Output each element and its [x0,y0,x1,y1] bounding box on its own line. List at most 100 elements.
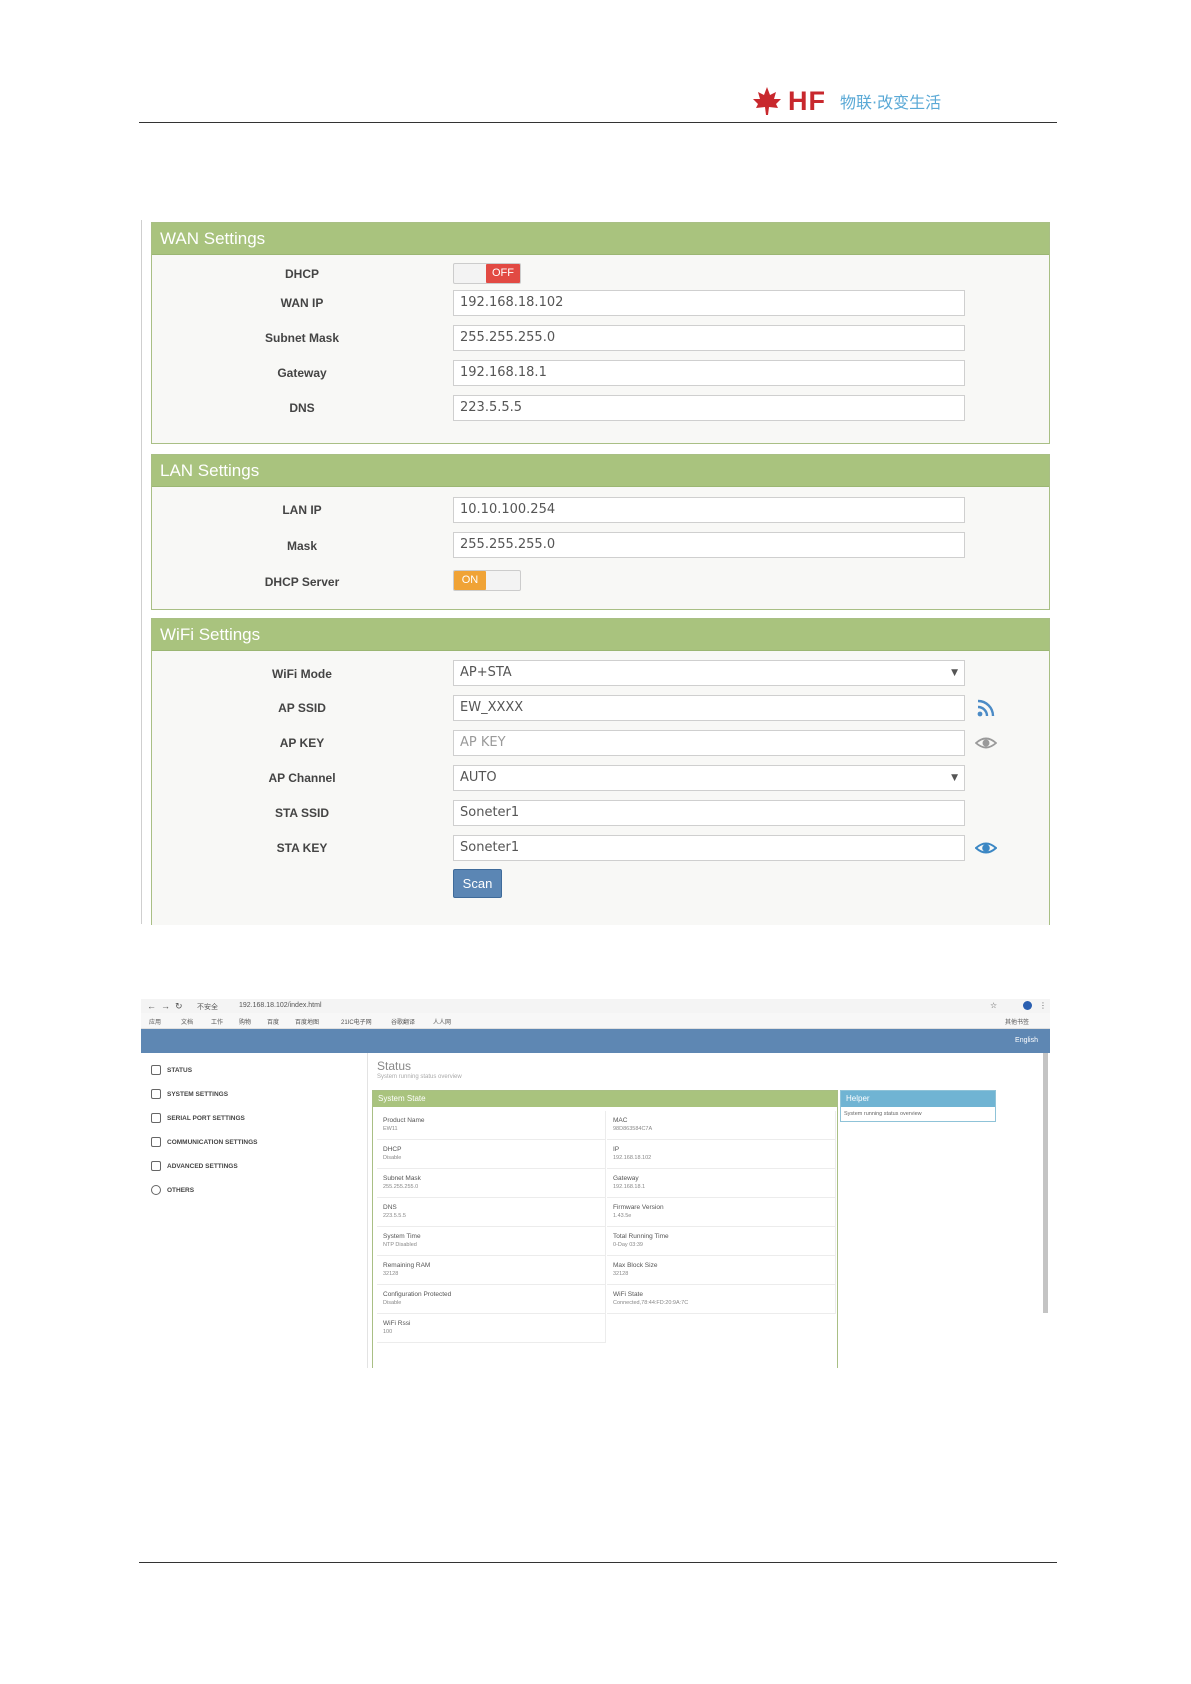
menu-icon[interactable]: ⋮ [1039,1001,1047,1010]
status-field-label: Total Running Time [613,1233,669,1240]
sidebar-item-system-settings[interactable]: SYSTEM SETTINGS [151,1087,228,1101]
gateway-input[interactable]: 192.168.18.1 [453,360,965,386]
back-icon[interactable]: ← [147,1001,156,1011]
lan-ip-label: LAN IP [282,503,322,517]
eye-visible-icon[interactable] [975,837,997,859]
wifi-settings-title: WiFi Settings [152,619,1049,651]
helper-title: Helper [841,1091,995,1107]
wan-ip-input[interactable]: 192.168.18.102 [453,290,965,316]
status-field: Total Running Time 0-Day 03:39 [607,1227,836,1256]
link-icon [151,1161,161,1171]
status-field: Max Block Size 32128 [607,1256,836,1285]
status-field-label: IP [613,1146,620,1153]
sta-key-input[interactable]: Soneter1 [453,835,965,861]
status-field: IP 192.168.18.102 [607,1140,836,1169]
dhcp-server-toggle[interactable]: ON [453,570,521,591]
sidebar-item-status[interactable]: STATUS [151,1063,192,1077]
bookmark-item[interactable]: 其他书签 [1005,1017,1029,1026]
bookmark-item[interactable]: 应用 [149,1017,161,1026]
port-icon [151,1113,161,1123]
subnet-mask-label: Subnet Mask [264,331,339,345]
sta-key-label: STA KEY [276,841,328,855]
settings-screenshot: WAN Settings DHCP OFF WAN IP 192.168.18.… [141,220,1050,925]
forward-icon[interactable]: → [161,1001,170,1011]
eye-hidden-icon[interactable] [975,732,997,754]
star-icon[interactable]: ☆ [990,1001,997,1010]
status-field-label: MAC [613,1117,628,1124]
bookmark-item[interactable]: 谷歌翻译 [391,1017,415,1026]
wifi-mode-label: WiFi Mode [272,667,332,681]
ap-ssid-input[interactable]: EW_XXXX [453,695,965,721]
wifi-settings-panel: WiFi Settings WiFi Mode AP+STA ▼ AP SSID… [151,618,1050,925]
status-field: Subnet Mask 255.255.255.0 [377,1169,606,1198]
bookmark-item[interactable]: 百度地图 [295,1017,319,1026]
lan-settings-title: LAN Settings [152,455,1049,487]
bookmark-item[interactable]: 百度 [267,1017,279,1026]
mask-label: Mask [286,539,318,553]
sidebar-item-communication[interactable]: COMMUNICATION SETTINGS [151,1135,258,1149]
system-state-panel: System State Product Name EW11 MAC 98D86358… [372,1090,838,1368]
company-logo: HF 物联·改变生活 [752,84,941,118]
logo-text: HF [788,85,826,116]
scrollbar[interactable] [1043,1053,1048,1313]
language-select[interactable]: English [1015,1037,1038,1044]
dhcp-server-toggle-state: ON [454,571,486,590]
maple-leaf-icon [753,87,781,115]
bookmark-item[interactable]: 工作 [211,1017,223,1026]
status-field: Configuration Protected Disable [377,1285,606,1314]
status-field-label: DNS [383,1204,397,1211]
scan-button[interactable]: Scan [453,869,502,898]
status-field-label: Firmware Version [613,1204,664,1211]
main-content: Status System running status overview Sy… [368,1053,1050,1368]
footer-divider [139,1562,1057,1563]
sidebar-item-serial-port[interactable]: SERIAL PORT SETTINGS [151,1111,245,1125]
status-field-value: Connected,78:44:FD:20:9A:7C [613,1300,689,1306]
globe-icon [151,1185,161,1195]
dns-label: DNS [289,401,315,415]
bookmark-item[interactable]: 人人网 [433,1017,451,1026]
status-field-label: Product Name [383,1117,425,1124]
sidebar-item-advanced[interactable]: ADVANCED SETTINGS [151,1159,238,1173]
profile-icon[interactable] [1023,1001,1032,1010]
header-divider [139,122,1057,123]
status-field-label: System Time [383,1233,421,1240]
dhcp-toggle-state: OFF [486,264,520,283]
bookmark-item[interactable]: 文档 [181,1017,193,1026]
status-screenshot: ← → ↻ 不安全 192.168.18.102/index.html ☆ ⋮ … [141,999,1050,1368]
status-field: System Time NTP Disabled [377,1227,606,1256]
insecure-label: 不安全 [197,1004,218,1011]
lan-settings-panel: LAN Settings LAN IP 10.10.100.254 Mask 2… [151,454,1050,610]
browser-toolbar: ← → ↻ 不安全 192.168.18.102/index.html ☆ ⋮ [141,999,1050,1013]
dropdown-arrow-icon: ▼ [951,668,958,678]
wifi-signal-icon[interactable] [975,697,997,719]
status-field: WiFi State Connected,78:44:FD:20:9A:7C [607,1285,836,1314]
wan-settings-title: WAN Settings [152,223,1049,255]
wifi-mode-select[interactable]: AP+STA ▼ [453,660,965,686]
reload-icon[interactable]: ↻ [175,1001,183,1012]
status-field-value: 0-Day 03:39 [613,1242,643,1248]
status-field: Product Name EW11 [377,1111,606,1140]
mask-input[interactable]: 255.255.255.0 [453,532,965,558]
ap-key-input[interactable]: AP KEY [453,730,965,756]
sta-ssid-input[interactable]: Soneter1 [453,800,965,826]
status-field-value: 32128 [383,1271,399,1277]
status-field-value: 223.5.5.5 [383,1213,406,1219]
status-field: WiFi Rssi 100 [377,1314,606,1343]
address-bar[interactable]: 192.168.18.102/index.html [239,1002,322,1009]
subnet-mask-input[interactable]: 255.255.255.0 [453,325,965,351]
dhcp-toggle[interactable]: OFF [453,263,521,284]
status-field-label: Remaining RAM [383,1262,431,1269]
ap-channel-select[interactable]: AUTO ▼ [453,765,965,791]
wan-settings-panel: WAN Settings DHCP OFF WAN IP 192.168.18.… [151,222,1050,444]
status-field-value: 192.168.18.1 [613,1184,646,1190]
bookmark-item[interactable]: 购物 [239,1017,251,1026]
status-field-label: WiFi State [613,1291,643,1298]
dhcp-label: DHCP [284,267,319,281]
status-field: Gateway 192.168.18.1 [607,1169,836,1198]
lan-ip-input[interactable]: 10.10.100.254 [453,497,965,523]
sidebar-item-others[interactable]: OTHERS [151,1183,194,1197]
status-field-value: Disable [383,1300,402,1306]
bookmark-item[interactable]: 21IC电子网 [341,1017,372,1026]
sidebar: STATUS SYSTEM SETTINGS SERIAL PORT SETTI… [141,1053,368,1368]
dns-input[interactable]: 223.5.5.5 [453,395,965,421]
